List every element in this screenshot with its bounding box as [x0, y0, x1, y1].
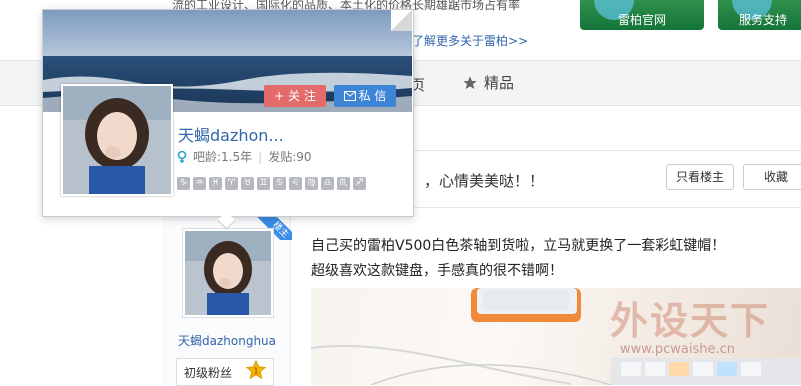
official-site-banner[interactable]: 雷柏官网: [580, 0, 704, 30]
service-support-banner[interactable]: 服务支持: [718, 0, 801, 30]
zodiac-icon[interactable]: ♍: [305, 177, 318, 190]
popup-username-link[interactable]: 天蝎dazhon...: [178, 122, 284, 146]
zodiac-icon[interactable]: ♉: [241, 177, 254, 190]
stats-divider: |: [258, 149, 263, 164]
zodiac-icon[interactable]: ♌: [289, 177, 302, 190]
tenure-value: 吧龄:1.5年: [193, 150, 253, 164]
avatar-photo: [185, 231, 271, 315]
zodiac-icon[interactable]: ♈: [225, 177, 238, 190]
watermark-logo: 外设天下: [610, 299, 771, 343]
zodiac-icon[interactable]: ♏: [337, 177, 350, 190]
zodiac-icon[interactable]: ♓: [209, 177, 222, 190]
avatar-photo: [63, 86, 171, 194]
zodiac-icon[interactable]: ♑: [177, 177, 190, 190]
watermark-url: www.pcwaishe.cn: [620, 342, 735, 357]
message-button-label: 私 信: [358, 89, 387, 103]
level-star-icon: 1: [245, 359, 267, 380]
fan-level-label: 初级粉丝: [184, 366, 233, 380]
collect-button[interactable]: 收藏: [743, 164, 801, 190]
popup-avatar[interactable]: [61, 84, 173, 196]
zodiac-icon[interactable]: ♎: [321, 177, 334, 190]
banner-label: 服务支持: [738, 13, 787, 27]
tab-featured-label: 精品: [484, 74, 515, 92]
post-text-line: 自己买的雷柏V500白色茶轴到货啦，立马就更换了一套彩虹键帽！: [311, 238, 726, 254]
post-count-value: 发贴:90: [268, 150, 312, 164]
zodiac-icon[interactable]: ♒: [193, 177, 206, 190]
only-host-button[interactable]: 只看楼主: [666, 164, 734, 190]
star-icon: [463, 75, 477, 89]
close-corner-icon[interactable]: [391, 10, 412, 31]
gender-icon: [177, 150, 187, 163]
user-stats: 吧龄:1.5年 | 发贴:90: [177, 148, 312, 165]
zodiac-icon[interactable]: ♐: [353, 177, 366, 190]
author-name-link[interactable]: 天蝎dazhonghua: [178, 332, 276, 349]
zodiac-icon[interactable]: ♊: [257, 177, 270, 190]
follow-button[interactable]: + 关 注: [264, 85, 326, 107]
mail-icon: [343, 91, 356, 101]
zodiac-icon-row: ♑ ♒ ♓ ♈ ♉ ♊ ♋ ♌ ♍ ♎ ♏ ♐: [177, 177, 366, 190]
tab-featured[interactable]: 精品: [462, 72, 514, 93]
thread-title: ，心情美美哒！！: [424, 172, 545, 190]
banner-label: 雷柏官网: [617, 13, 666, 27]
post-text-line: 超级喜欢这款键盘，手感真的很不错啊！: [311, 263, 563, 279]
message-button[interactable]: 私 信: [334, 85, 396, 107]
learn-more-link[interactable]: 了解更多关于雷柏>>: [412, 32, 528, 49]
zodiac-icon[interactable]: ♋: [273, 177, 286, 190]
level-number: 1: [254, 366, 259, 375]
author-avatar[interactable]: [182, 228, 274, 318]
